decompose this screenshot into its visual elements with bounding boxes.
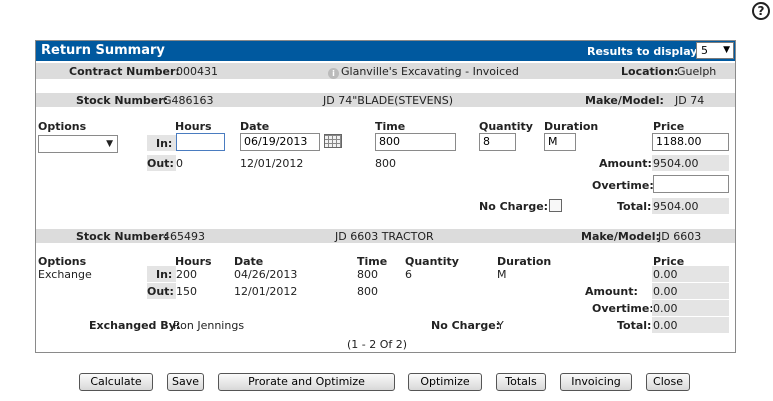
- item2-overtime-value: 0.00: [653, 302, 678, 315]
- item2-stock-label: Stock Number:: [76, 230, 169, 243]
- item2-in-duration: M: [497, 268, 507, 281]
- item2-total-value: 0.00: [653, 319, 678, 332]
- item1-nocharge-label: No Charge:: [479, 200, 549, 213]
- item1-make-value: JD 74: [675, 94, 705, 107]
- chevron-down-icon: ▼: [723, 45, 730, 55]
- item2-time-header: Time: [357, 255, 388, 268]
- item2-in-label: In:: [156, 268, 173, 281]
- item1-in-duration-input[interactable]: M: [544, 133, 576, 151]
- item2-date-header: Date: [234, 255, 264, 268]
- item1-total-value: 9504.00: [653, 200, 699, 213]
- item2-stock-value: 465493: [163, 230, 205, 243]
- item1-duration-header: Duration: [544, 120, 599, 133]
- results-to-display-value: 5: [701, 44, 708, 57]
- item1-make-label: Make/Model:: [585, 94, 664, 107]
- item1-description: JD 74"BLADE(STEVENS): [323, 94, 454, 107]
- item1-in-hours-input[interactable]: [176, 133, 225, 151]
- item1-overtime-label: Overtime:: [592, 179, 654, 192]
- item1-amount-value: 9504.00: [653, 157, 699, 170]
- item1-nocharge-checkbox[interactable]: [549, 199, 562, 212]
- item2-description: JD 6603 TRACTOR: [335, 230, 434, 243]
- close-button[interactable]: Close: [646, 373, 690, 391]
- item2-exchanged-value: Ron Jennings: [173, 319, 245, 332]
- item1-options-header: Options: [38, 120, 87, 133]
- calendar-icon[interactable]: [324, 134, 342, 148]
- customer-name: Glanville's Excavating - Invoiced: [341, 65, 519, 78]
- page-title: Return Summary: [41, 43, 165, 58]
- item1-in-label: In:: [156, 137, 173, 150]
- item1-hours-header: Hours: [175, 120, 212, 133]
- panel-header: Return Summary Results to display: 5 ▼: [36, 41, 735, 61]
- optimize-button[interactable]: Optimize: [408, 373, 482, 391]
- totals-button[interactable]: Totals: [496, 373, 546, 391]
- item1-stock-label: Stock Number:: [76, 94, 169, 107]
- info-icon: i: [328, 68, 339, 79]
- item1-options-select[interactable]: ▼: [38, 135, 118, 153]
- item1-in-date-input[interactable]: 06/19/2013: [240, 133, 320, 151]
- item2-options-header: Options: [38, 255, 87, 268]
- item2-out-label: Out:: [147, 285, 174, 298]
- item2-in-time: 800: [357, 268, 378, 281]
- customer-status: i Glanville's Excavating - Invoiced: [328, 65, 519, 79]
- item1-out-date: 12/01/2012: [240, 157, 304, 170]
- item1-stock-value: G486163: [163, 94, 214, 107]
- item2-nocharge-value: Y: [497, 319, 504, 332]
- item2-duration-header: Duration: [497, 255, 552, 268]
- item2-overtime-label: Overtime:: [592, 302, 654, 315]
- item2-option-value: Exchange: [38, 268, 92, 281]
- item1-quantity-header: Quantity: [479, 120, 533, 133]
- item2-nocharge-label: No Charge:: [431, 319, 501, 332]
- item1-price-header: Price: [653, 120, 685, 133]
- item2-amount-value: 0.00: [653, 285, 678, 298]
- item2-in-date: 04/26/2013: [234, 268, 298, 281]
- results-to-display-label: Results to display:: [587, 45, 702, 58]
- item2-quantity-header: Quantity: [405, 255, 459, 268]
- item2-price-value: 0.00: [653, 268, 678, 281]
- calculate-button[interactable]: Calculate: [79, 373, 153, 391]
- help-icon[interactable]: ?: [752, 2, 770, 20]
- save-button[interactable]: Save: [167, 373, 204, 391]
- item2-total-label: Total:: [617, 319, 652, 332]
- prorate-and-optimize-button[interactable]: Prorate and Optimize: [218, 373, 395, 391]
- contract-number-value: 000431: [176, 65, 218, 78]
- item1-out-hours: 0: [176, 157, 183, 170]
- item2-make-label: Make/Model:: [581, 230, 660, 243]
- contract-number-label: Contract Number:: [69, 65, 180, 78]
- invoicing-button[interactable]: Invoicing: [560, 373, 632, 391]
- item1-in-quantity-input[interactable]: 8: [479, 133, 516, 151]
- results-to-display-select[interactable]: 5 ▼: [696, 42, 734, 59]
- item1-price-input[interactable]: 1188.00: [652, 133, 729, 151]
- chevron-down-icon: ▼: [106, 139, 113, 149]
- item2-out-date: 12/01/2012: [234, 285, 298, 298]
- item2-amount-label: Amount:: [585, 285, 638, 298]
- item1-time-header: Time: [375, 120, 406, 133]
- item1-overtime-input[interactable]: [653, 175, 729, 193]
- item1-out-time: 800: [375, 157, 396, 170]
- item1-in-time-input[interactable]: 800: [375, 133, 456, 151]
- return-summary-panel: Return Summary Results to display: 5 ▼ C…: [35, 40, 736, 353]
- item2-hours-header: Hours: [175, 255, 212, 268]
- item1-date-header: Date: [240, 120, 270, 133]
- item1-amount-label: Amount:: [599, 157, 652, 170]
- item2-in-quantity: 6: [405, 268, 412, 281]
- item2-in-hours: 200: [176, 268, 197, 281]
- item1-out-label: Out:: [147, 157, 174, 170]
- item1-total-label: Total:: [617, 200, 652, 213]
- pagination-info: (1 - 2 Of 2): [347, 338, 408, 351]
- location-value: Guelph: [677, 65, 717, 78]
- item2-make-value: JD 6603: [658, 230, 702, 243]
- item2-exchanged-label: Exchanged By:: [89, 319, 181, 332]
- item2-out-hours: 150: [176, 285, 197, 298]
- item2-out-time: 800: [357, 285, 378, 298]
- location-label: Location:: [621, 65, 679, 78]
